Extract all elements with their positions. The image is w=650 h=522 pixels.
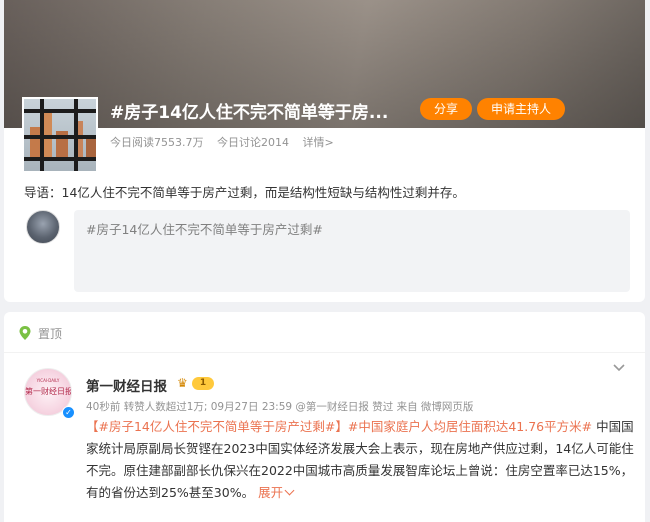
pinned-label: 置顶	[38, 327, 63, 341]
topic-header-card: #房子14亿人住不完不简单等于房... 分享 申请主持人 今日阅读7553.7万…	[4, 0, 645, 302]
divider	[4, 352, 645, 353]
topic-stats: 今日阅读7553.7万 今日讨论2014 详情>	[110, 134, 344, 150]
topic-thumbnail[interactable]	[22, 97, 98, 173]
crown-icon: ♛	[177, 376, 188, 390]
verified-icon: ✓	[62, 406, 75, 419]
avatar-logo: 第一财经日报	[25, 387, 72, 396]
today-reads: 今日阅读7553.7万	[110, 136, 204, 149]
share-button[interactable]: 分享	[420, 98, 472, 120]
topic-tag-link-2[interactable]: #中国家庭户人均居住面积达41.76平方米#	[348, 419, 592, 434]
post-text: 【#房子14亿人住不完不简单等于房产过剩#】#中国家庭户人均居住面积达41.76…	[86, 416, 634, 504]
author-name[interactable]: 第一财经日报	[86, 375, 167, 395]
avatar-logo-sub: YICAI·DAILY	[36, 378, 60, 383]
compose-box[interactable]: #房子14亿人住不完不简单等于房产过剩#	[74, 210, 630, 292]
apply-host-button[interactable]: 申请主持人	[477, 98, 565, 120]
compose-text[interactable]: #房子14亿人住不完不简单等于房产过剩#	[86, 219, 323, 238]
pin-icon	[19, 326, 31, 340]
detail-link[interactable]: 详情>	[303, 136, 334, 149]
chevron-down-icon[interactable]	[613, 364, 625, 372]
topic-tag-link[interactable]: 【#房子14亿人住不完不简单等于房产过剩#】	[86, 419, 348, 434]
feed-post-card: 置顶 YICAI·DAILY 第一财经日报 ✓ 第一财经日报 ♛ 1 40秒前 …	[4, 312, 645, 522]
member-badge[interactable]: ♛ 1	[177, 376, 215, 391]
topic-intro: 导语：14亿人住不完不简单等于房产过剩，而是结构性短缺与结构性过剩并存。	[24, 185, 465, 200]
chevron-down-icon	[284, 485, 295, 496]
post-meta: 40秒前 转赞人数超过1万; 09月27日 23:59 @第一财经日报 赞过 来…	[86, 401, 474, 413]
badge-level: 1	[192, 377, 214, 390]
topic-title: #房子14亿人住不完不简单等于房...	[110, 103, 389, 123]
today-discuss: 今日讨论2014	[217, 136, 289, 149]
current-user-avatar[interactable]	[26, 210, 60, 244]
expand-link[interactable]: 展开	[258, 485, 295, 500]
